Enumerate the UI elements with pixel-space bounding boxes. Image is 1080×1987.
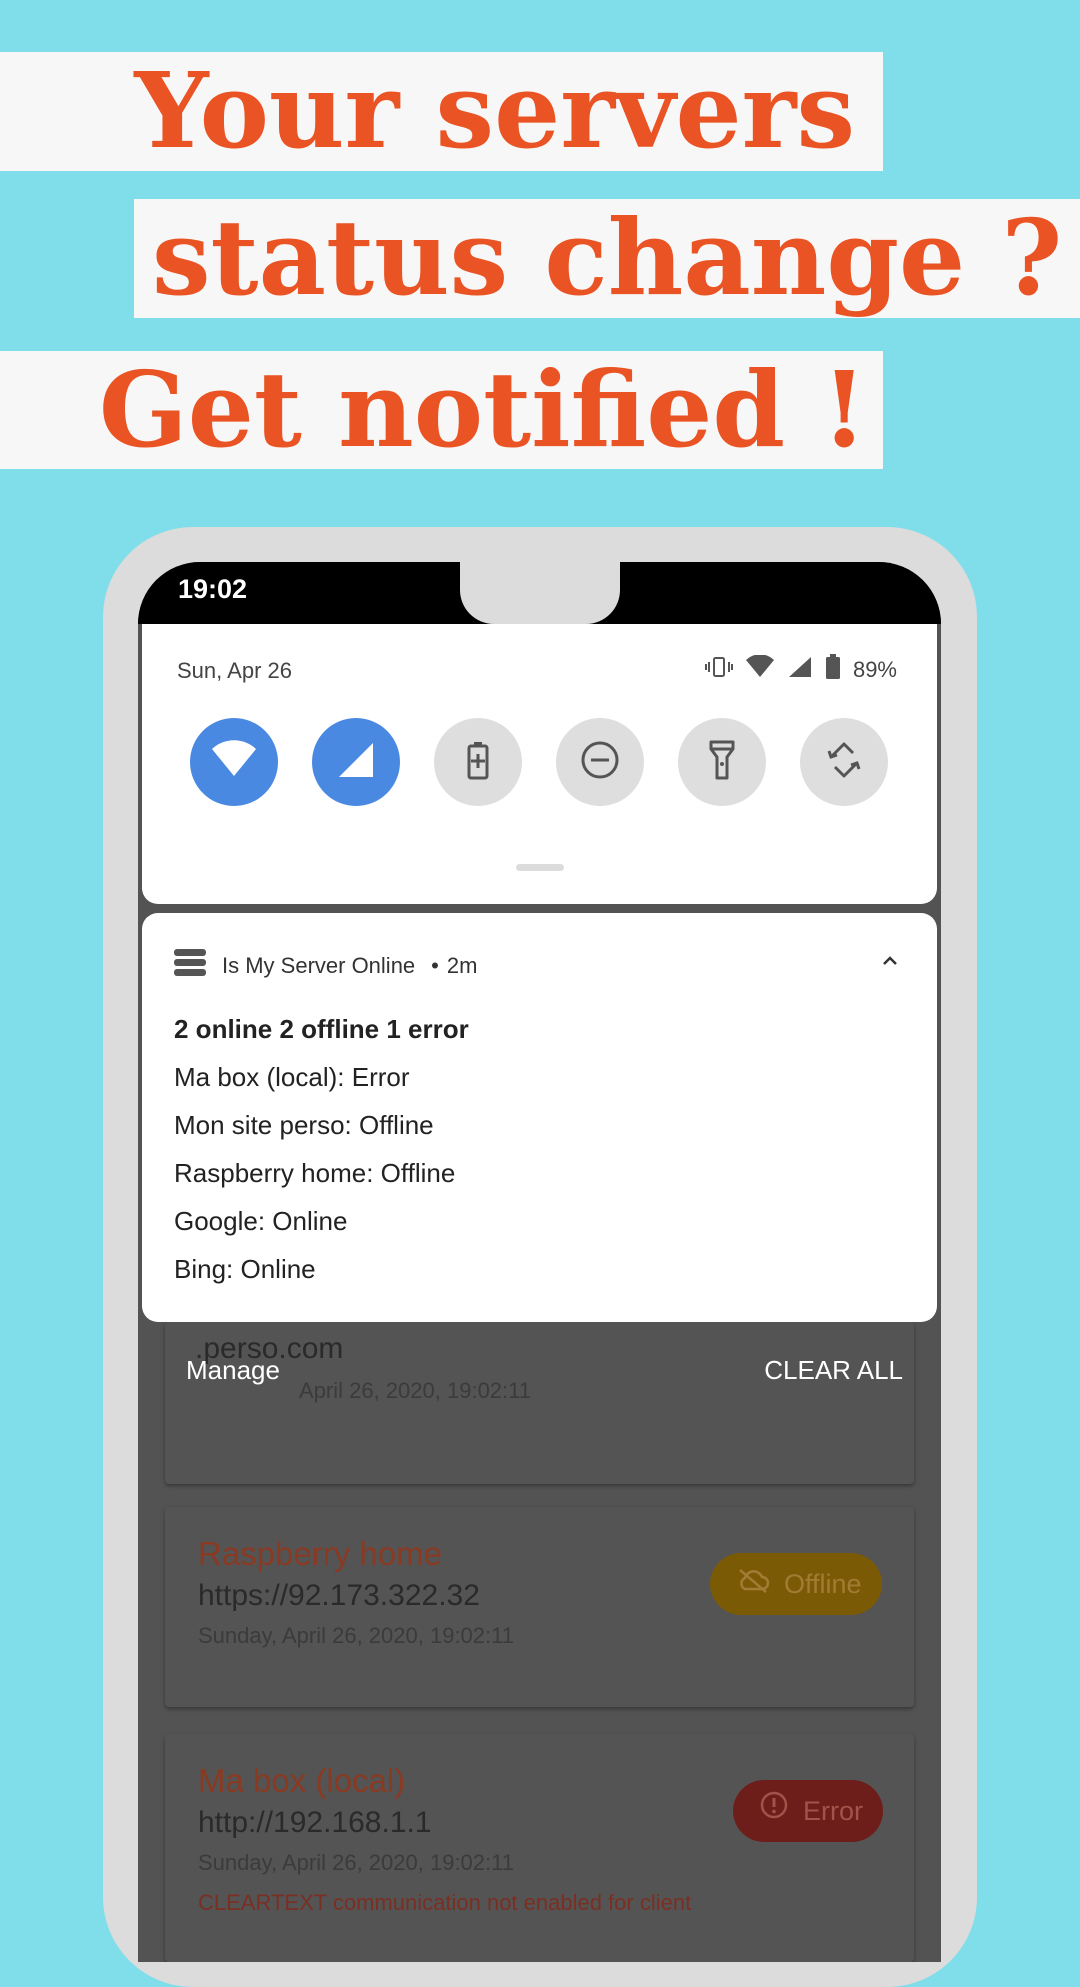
notification-line: Raspberry home: Offline — [174, 1158, 456, 1188]
auto-rotate-icon — [823, 739, 865, 785]
wifi-tile[interactable] — [190, 718, 278, 806]
server-name: Raspberry home — [198, 1535, 442, 1572]
notification-time: 2m — [446, 953, 478, 978]
server-url: http://192.168.1.1 — [198, 1806, 432, 1839]
flashlight-tile[interactable] — [678, 718, 766, 806]
do-not-disturb-icon — [580, 740, 620, 784]
notification-separator: • — [431, 953, 439, 978]
notification-line: Mon site perso: Offline — [174, 1110, 434, 1140]
server-card[interactable]: Ma box (local) http://192.168.1.1 Sunday… — [165, 1734, 914, 1962]
chevron-up-icon — [881, 951, 899, 970]
system-status-icons: 89% — [704, 654, 897, 686]
server-card[interactable]: .perso.com April 26, 2020, 19:02:11 — [165, 1322, 914, 1484]
notification-card[interactable]: Is My Server Online • 2m 2 online 2 offl… — [142, 913, 937, 1322]
collapse-button[interactable] — [881, 951, 899, 970]
wifi-icon — [210, 740, 258, 784]
flashlight-icon — [707, 739, 737, 785]
manage-button[interactable]: Manage — [186, 1355, 280, 1386]
status-label: Offline — [784, 1569, 862, 1599]
status-time: 19:02 — [178, 574, 248, 604]
status-badge-error: Error — [733, 1780, 883, 1842]
auto-rotate-tile[interactable] — [800, 718, 888, 806]
notification-summary: 2 online 2 offline 1 error — [174, 1014, 469, 1044]
notification-header: Is My Server Online • 2m — [174, 949, 477, 983]
battery-saver-icon — [465, 740, 491, 784]
headline-line-3: Get notified ! — [0, 351, 883, 469]
cloud-off-icon — [736, 1553, 770, 1615]
battery-status-icon — [825, 654, 841, 686]
phone-screen: 19:02 .perso.com April 26, 2020, 19:02:1… — [138, 562, 941, 1962]
headline-line-1: Your servers — [0, 52, 883, 171]
qs-date: Sun, Apr 26 — [177, 658, 292, 683]
headline-line-2: status change ? — [134, 199, 1080, 318]
cellular-signal-icon — [336, 740, 376, 784]
camera-notch — [460, 562, 620, 624]
signal-status-icon — [787, 655, 813, 685]
notification-app-name: Is My Server Online — [222, 953, 416, 978]
drag-handle[interactable] — [516, 864, 564, 871]
wifi-status-icon — [745, 654, 775, 685]
do-not-disturb-tile[interactable] — [556, 718, 644, 806]
notification-line: Ma box (local): Error — [174, 1062, 410, 1092]
cellular-tile[interactable] — [312, 718, 400, 806]
notification-line: Bing: Online — [174, 1254, 316, 1284]
server-stack-icon — [174, 949, 206, 983]
battery-saver-tile[interactable] — [434, 718, 522, 806]
quick-settings-panel: Sun, Apr 26 89% — [142, 624, 937, 904]
vibrate-icon — [704, 656, 733, 684]
status-bar: 19:02 — [138, 562, 941, 624]
server-date: Sunday, April 26, 2020, 19:02:11 — [198, 1623, 514, 1648]
notification-line: Google: Online — [174, 1206, 348, 1236]
server-card[interactable]: Raspberry home https://92.173.322.32 Sun… — [165, 1507, 914, 1707]
notification-body: 2 online 2 offline 1 error Ma box (local… — [174, 1005, 469, 1293]
battery-percent: 89% — [852, 657, 897, 682]
server-date: Sunday, April 26, 2020, 19:02:11 — [198, 1850, 514, 1875]
server-name: Ma box (local) — [198, 1762, 406, 1799]
error-icon — [759, 1780, 789, 1842]
server-date: April 26, 2020, 19:02:11 — [299, 1378, 531, 1403]
clear-all-button[interactable]: CLEAR ALL — [764, 1355, 903, 1386]
status-label: Error — [803, 1796, 863, 1826]
status-badge-offline: Offline — [710, 1553, 882, 1615]
server-error-message: CLEARTEXT communication not enabled for … — [198, 1890, 692, 1915]
server-url: https://92.173.322.32 — [198, 1579, 480, 1612]
